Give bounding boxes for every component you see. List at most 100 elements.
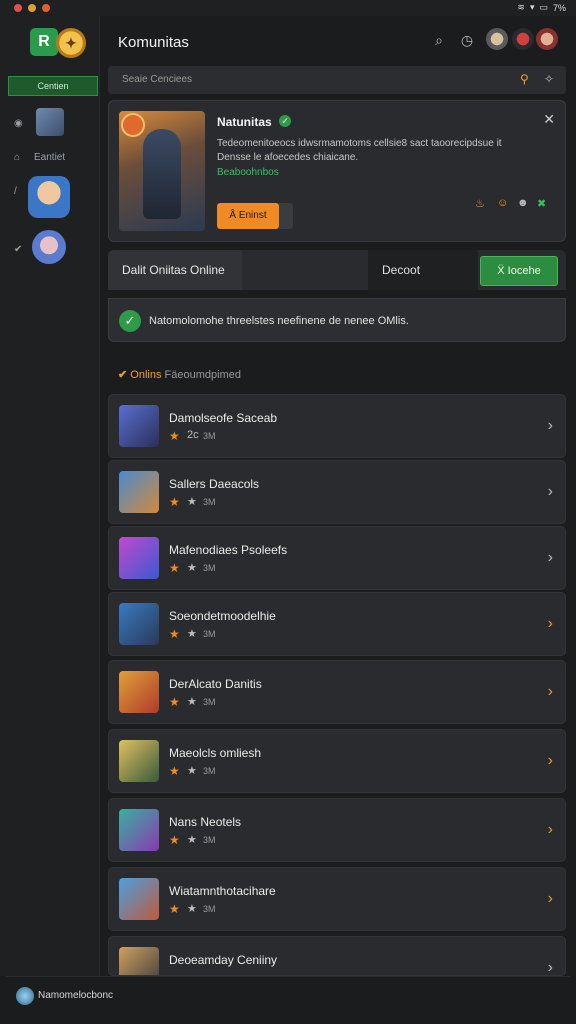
- game-rating: ★: [187, 765, 197, 777]
- featured-badge-icon: [121, 113, 145, 137]
- game-row[interactable]: Deoeamday Ceniiny ›: [108, 936, 566, 976]
- sidebar-active-item[interactable]: Centien: [8, 76, 98, 96]
- game-rating: ★: [187, 696, 197, 708]
- notification-icon[interactable]: [512, 28, 534, 50]
- game-row[interactable]: Maeolcls omliesh ★ ★ 3M ›: [108, 729, 566, 793]
- check-circle-icon: ✓: [119, 310, 141, 332]
- featured-character: [143, 129, 181, 219]
- tab-second[interactable]: Decoot: [368, 250, 478, 290]
- reaction-icon-2[interactable]: ☺: [497, 197, 508, 209]
- install-button[interactable]: Å Eninst: [217, 203, 279, 229]
- featured-link[interactable]: Beaboohnbos: [217, 167, 279, 178]
- game-title: Sallers Daeacols: [169, 477, 260, 491]
- game-player-count: 3M: [203, 431, 216, 441]
- community-badge-icon[interactable]: ✦: [56, 28, 86, 58]
- reaction-icon-4[interactable]: ✖: [537, 197, 546, 210]
- star-icon: ★: [169, 429, 180, 443]
- verified-icon: ✓: [279, 115, 291, 127]
- sidebar: R ✦ Centien ◉ ⌂ Eantiet / ✔: [0, 16, 100, 976]
- close-dot-icon[interactable]: [14, 4, 22, 12]
- game-thumbnail[interactable]: [119, 671, 159, 713]
- search-bar[interactable]: Seaie Cenciees ⚲ ✧: [108, 66, 566, 94]
- settings-icon[interactable]: ✧: [544, 72, 554, 86]
- game-row[interactable]: Nans Neotels ★ ★ 3M ›: [108, 798, 566, 862]
- minimize-dot-icon[interactable]: [28, 4, 36, 12]
- game-row[interactable]: Mafenodiaes Psoleefs ★ ★ 3M ›: [108, 526, 566, 590]
- chevron-right-icon[interactable]: ›: [548, 549, 553, 567]
- game-row[interactable]: DerAlcato Danitis ★ ★ 3M ›: [108, 660, 566, 724]
- signal-icon: ▾: [529, 2, 535, 12]
- game-thumbnail[interactable]: [119, 947, 159, 975]
- user-avatar-2[interactable]: [536, 28, 558, 50]
- user-avatar-1[interactable]: [486, 28, 508, 50]
- game-player-count: 3M: [203, 563, 216, 573]
- game-rating: ★: [187, 628, 197, 640]
- game-title: DerAlcato Danitis: [169, 677, 262, 691]
- status-bar: ≋ ▾ ▭ 7%: [0, 0, 576, 16]
- game-rating: ★: [187, 834, 197, 846]
- game-player-count: 3M: [203, 629, 216, 639]
- page-title: Komunitas: [118, 34, 189, 51]
- search-icon[interactable]: ⌕: [430, 32, 448, 50]
- game-title: Soeondetmoodelhie: [169, 609, 276, 623]
- game-thumbnail[interactable]: [119, 537, 159, 579]
- chevron-right-icon[interactable]: ›: [548, 683, 553, 701]
- check-icon: ✔: [14, 244, 23, 255]
- chevron-right-icon[interactable]: ›: [548, 890, 553, 908]
- chevron-right-icon[interactable]: ›: [548, 752, 553, 770]
- clock-icon[interactable]: ◷: [458, 32, 476, 50]
- star-icon: ★: [169, 764, 180, 778]
- game-thumbnail[interactable]: [119, 740, 159, 782]
- game-title: Nans Neotels: [169, 815, 242, 829]
- game-thumbnail[interactable]: [119, 471, 159, 513]
- reaction-icon-1[interactable]: ♨: [475, 197, 485, 210]
- game-rating: ★: [187, 562, 197, 574]
- app-logo-icon[interactable]: R: [30, 28, 58, 56]
- bottom-avatar-icon[interactable]: [16, 987, 34, 1005]
- game-player-count: 3M: [203, 497, 216, 507]
- chevron-right-icon[interactable]: ›: [548, 615, 553, 633]
- chevron-right-icon[interactable]: ›: [548, 417, 553, 435]
- close-icon[interactable]: ✕: [543, 111, 555, 128]
- section-heading: ✔ Onlins Fäeoumdpimed: [118, 368, 241, 381]
- game-thumbnail[interactable]: [119, 405, 159, 447]
- featured-card[interactable]: Natunitas ✓ ✕ Tedeomenitoeocs idwsrmamot…: [108, 100, 566, 242]
- sidebar-avatar-1[interactable]: [28, 176, 70, 218]
- install-dropdown-button[interactable]: [279, 203, 293, 229]
- game-title: Mafenodiaes Psoleefs: [169, 543, 288, 557]
- home-icon: ⌂: [14, 152, 21, 163]
- wifi-icon: ≋: [517, 2, 525, 12]
- game-thumbnail[interactable]: [119, 809, 159, 851]
- game-thumbnail[interactable]: [119, 603, 159, 645]
- game-row[interactable]: Wiatamnthotacihare ★ ★ 3M ›: [108, 867, 566, 931]
- maximize-dot-icon[interactable]: [42, 4, 50, 12]
- chevron-right-icon[interactable]: ›: [548, 959, 553, 975]
- game-title: Wiatamnthotacihare: [169, 884, 276, 898]
- reaction-icon-3[interactable]: ☻: [517, 197, 529, 209]
- section-subtitle: Fäeoumdpimed: [164, 369, 241, 381]
- section-check-icon: ✔: [118, 369, 128, 381]
- filter-icon[interactable]: ⚲: [520, 72, 529, 86]
- notice-text: Natomolomohe threelstes neefinene de nen…: [149, 315, 409, 327]
- sidebar-game-thumb[interactable]: [36, 108, 64, 136]
- search-input[interactable]: Seaie Cenciees: [122, 74, 192, 85]
- game-thumbnail[interactable]: [119, 878, 159, 920]
- slash-icon: /: [14, 186, 17, 197]
- star-icon: ★: [169, 902, 180, 916]
- game-rating: ★: [187, 903, 197, 915]
- game-title: Deoeamday Ceniiny: [169, 953, 278, 967]
- game-player-count: 3M: [203, 904, 216, 914]
- game-row[interactable]: Soeondetmoodelhie ★ ★ 3M ›: [108, 592, 566, 656]
- chevron-right-icon[interactable]: ›: [548, 821, 553, 839]
- game-row[interactable]: Damolseofe Saceab ★ 2c 3M ›: [108, 394, 566, 458]
- tab-action-button[interactable]: Ẍ Iocehe: [480, 256, 558, 286]
- star-icon: ★: [169, 695, 180, 709]
- chevron-right-icon[interactable]: ›: [548, 483, 553, 501]
- star-icon: ★: [169, 627, 180, 641]
- sidebar-avatar-2[interactable]: [32, 230, 66, 264]
- game-row[interactable]: Sallers Daeacols ★ ★ 3M ›: [108, 460, 566, 524]
- tab-online[interactable]: Dalit Oniitas Online: [108, 250, 242, 290]
- star-icon: ★: [169, 495, 180, 509]
- eye-icon: ◉: [14, 118, 23, 129]
- game-player-count: 3M: [203, 835, 216, 845]
